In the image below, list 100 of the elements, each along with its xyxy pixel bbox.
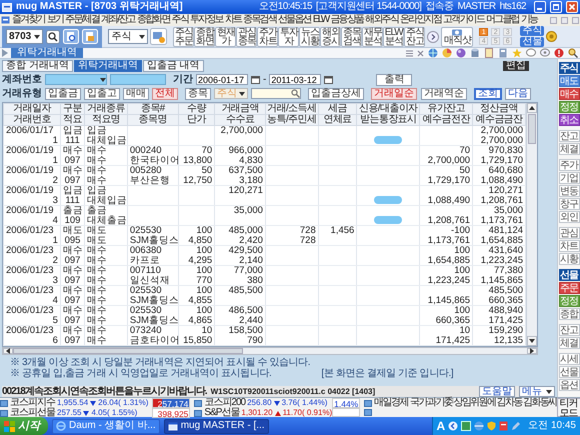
help-button[interactable]: 도움말 bbox=[479, 386, 515, 397]
menu-item[interactable]: 고객가이드 bbox=[443, 15, 484, 25]
sidebar-button[interactable]: 시황 bbox=[558, 253, 580, 265]
close-icon[interactable] bbox=[417, 50, 424, 56]
detail-button[interactable]: 입출금상세 bbox=[308, 88, 364, 100]
speech-bubble-icon[interactable] bbox=[526, 48, 536, 58]
quick-button[interactable]: 주식 bbox=[520, 26, 544, 36]
sidebar-button[interactable]: 체결 bbox=[558, 143, 580, 155]
sidebar-header[interactable]: 선물 bbox=[558, 269, 580, 281]
menu-item[interactable]: 금융상품 bbox=[330, 15, 364, 25]
menu-item[interactable]: 보기 bbox=[46, 15, 64, 25]
toolbar-button[interactable]: 해외 증시 bbox=[320, 26, 342, 46]
menu-item[interactable]: 즐겨찾기 bbox=[12, 15, 45, 25]
maximize-button[interactable] bbox=[550, 1, 562, 13]
search-button[interactable] bbox=[46, 30, 60, 44]
magnifier-icon[interactable] bbox=[568, 48, 578, 58]
menu-item[interactable]: 종합화면 bbox=[136, 15, 170, 25]
toolbar-button[interactable]: 뉴스 시황 bbox=[299, 26, 320, 46]
list-icon[interactable] bbox=[406, 50, 413, 56]
sidebar-button[interactable]: 관심 bbox=[558, 227, 580, 239]
page-search-icon[interactable] bbox=[63, 29, 80, 44]
menu-item[interactable]: 투자정보 bbox=[190, 15, 223, 25]
toolbar-button[interactable]: 종합 화면 bbox=[194, 26, 216, 46]
sidebar-button[interactable]: 주가 bbox=[558, 159, 580, 171]
sort-button[interactable]: 거래일순 bbox=[371, 88, 417, 100]
date-field[interactable]: 2006-01-17 bbox=[196, 74, 248, 85]
sidebar-button[interactable]: 옵션 bbox=[558, 379, 580, 391]
tab[interactable]: 종합 거래내역 bbox=[2, 60, 73, 72]
filter-button[interactable]: 입출고 bbox=[84, 88, 120, 100]
sidebar-button[interactable]: 매도 bbox=[558, 75, 580, 87]
sidebar-button[interactable]: 매수 bbox=[558, 88, 580, 100]
pencil-icon[interactable] bbox=[511, 421, 522, 431]
filter-button[interactable]: 매매 bbox=[123, 88, 149, 100]
menu-item[interactable]: 해외주식 bbox=[365, 15, 398, 25]
taskbar-button[interactable]: Daum - 생활이 바... bbox=[52, 418, 160, 434]
sidebar-button[interactable]: 잔고 bbox=[558, 130, 580, 142]
orb-icon[interactable] bbox=[456, 48, 466, 58]
menu-item[interactable]: ELW bbox=[312, 15, 328, 25]
menu-item[interactable]: 온라인지점 bbox=[400, 15, 442, 25]
sidebar-button[interactable]: 종합 bbox=[558, 308, 580, 320]
filter-button[interactable]: 입출금 bbox=[45, 88, 81, 100]
toolbar-button[interactable]: 현재 가 bbox=[215, 26, 236, 46]
sidebar-button[interactable]: 변동 bbox=[558, 185, 580, 197]
square-icon[interactable] bbox=[461, 421, 472, 431]
menu-item[interactable]: 주식 bbox=[172, 15, 188, 25]
toolbar-button[interactable]: 관심 종목 bbox=[236, 26, 258, 46]
alert-icon[interactable] bbox=[554, 48, 564, 58]
print-button[interactable]: 출력 bbox=[376, 74, 412, 86]
market-select[interactable]: 주식 bbox=[108, 29, 148, 44]
taskbar-button[interactable]: mug MASTER - [... bbox=[164, 418, 269, 434]
toolbar-button[interactable]: ELW 분석 bbox=[383, 26, 404, 46]
document-icon[interactable] bbox=[499, 421, 508, 431]
item-button[interactable]: 종목 bbox=[185, 88, 211, 100]
sidebar-button[interactable]: 주문 bbox=[558, 282, 580, 294]
calendar-icon[interactable] bbox=[324, 75, 334, 84]
horizontal-scrollbar[interactable] bbox=[2, 347, 538, 355]
edit-button[interactable]: 편집 bbox=[503, 61, 529, 71]
sidebar-header[interactable]: 주식 bbox=[558, 62, 580, 74]
tab[interactable]: 위탁거래내역 bbox=[74, 60, 142, 72]
sidebar-button[interactable]: 창구 bbox=[558, 198, 580, 210]
date-field[interactable]: 2011-03-12 bbox=[269, 74, 322, 85]
sidebar-button[interactable]: 차트 bbox=[558, 240, 580, 252]
menu-button[interactable]: 메뉴 bbox=[519, 386, 555, 397]
menu-item[interactable]: 계좌/잔고 bbox=[101, 15, 135, 25]
page-icon[interactable] bbox=[484, 48, 494, 58]
globe-icon[interactable] bbox=[474, 421, 484, 431]
sidebar-button[interactable]: 잔고 bbox=[558, 324, 580, 336]
sort-button[interactable]: 거래역순 bbox=[421, 88, 467, 100]
toolbar-button[interactable]: 투자 자 bbox=[278, 26, 300, 46]
sidebar-button[interactable]: 외인 bbox=[558, 211, 580, 223]
close-button[interactable] bbox=[572, 16, 579, 24]
menu-item[interactable]: 선물옵션 bbox=[278, 15, 311, 25]
vertical-scrollbar[interactable] bbox=[526, 103, 537, 346]
menu-item[interactable]: 주문/체결 bbox=[65, 15, 99, 25]
toolbar-button[interactable]: 주식 잔고 bbox=[404, 26, 426, 46]
speech-bubble-icon[interactable] bbox=[540, 48, 550, 58]
magic-shot-button[interactable]: 매직샷 bbox=[441, 26, 474, 46]
window-tab[interactable]: 위탁거래내역 bbox=[11, 48, 83, 58]
sidebar-button[interactable]: 선물 bbox=[558, 366, 580, 378]
star-icon[interactable] bbox=[512, 48, 522, 58]
tab[interactable]: 입출금 내역 bbox=[142, 60, 204, 72]
sidebar-button[interactable]: 체결 bbox=[558, 337, 580, 349]
next-button[interactable]: 다음 bbox=[505, 88, 531, 100]
sidebar-button[interactable]: 취소 bbox=[558, 114, 580, 126]
quick-button[interactable]: 선물 bbox=[520, 37, 544, 47]
shield-icon[interactable] bbox=[487, 421, 496, 431]
calendar-icon[interactable] bbox=[251, 75, 260, 84]
scroll-right-button[interactable] bbox=[427, 30, 440, 42]
window-gear-icon[interactable] bbox=[150, 28, 168, 45]
toolbar-button[interactable]: 종목 검색 bbox=[341, 26, 362, 46]
cylinder-icon[interactable] bbox=[470, 48, 480, 58]
query-button[interactable]: 조회 bbox=[474, 88, 502, 100]
sidebar-button[interactable]: 기업 bbox=[558, 172, 580, 184]
filter-button[interactable]: 전체 bbox=[152, 88, 178, 100]
ticker-mode-button[interactable]: 티커 모드 bbox=[556, 398, 580, 417]
toolbar-button[interactable]: 주식 주문 bbox=[173, 26, 194, 46]
toolbar-button[interactable]: 재무 분석 bbox=[362, 26, 384, 46]
globe-icon[interactable] bbox=[428, 48, 438, 58]
menu-item[interactable]: 기능 bbox=[520, 15, 538, 25]
restore-button[interactable] bbox=[561, 16, 568, 24]
